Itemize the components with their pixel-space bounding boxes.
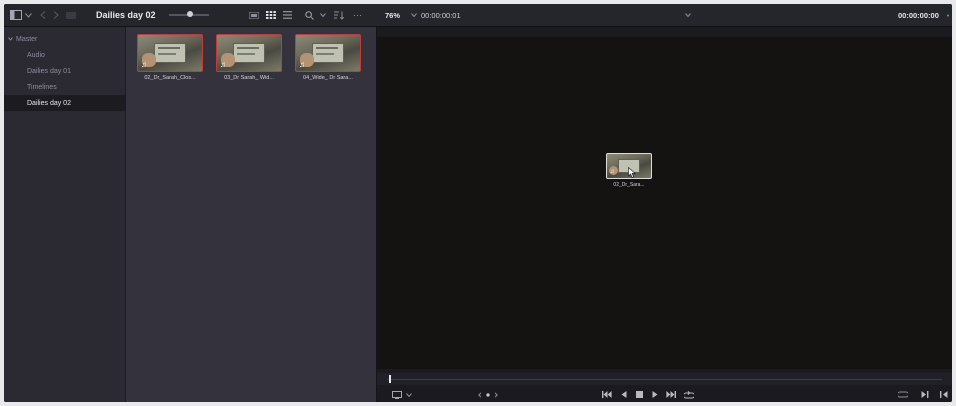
monitor-dropdown-icon[interactable] <box>406 387 412 402</box>
thumbnail-view-icon[interactable] <box>266 4 276 26</box>
sidebar-item-label: Master <box>16 35 38 43</box>
sidebar-item-label: Dailies day 02 <box>27 99 71 107</box>
viewer-dropdown-icon[interactable] <box>685 4 691 26</box>
sidebar-item-timelines[interactable]: Timelines <box>4 79 125 95</box>
chevron-down-icon[interactable] <box>25 4 32 26</box>
clip-label: 02_Dr_Sara... <box>613 182 645 188</box>
resolve-window: Dailies day 02 ··· 76% 00:00:00:01 00:00… <box>4 4 952 402</box>
clip-label: 03_Dr Sarah_ Wid... <box>224 75 274 81</box>
toolbar: Dailies day 02 ··· 76% 00:00:00:01 00:00… <box>4 4 952 27</box>
jog-icon[interactable] <box>478 387 498 402</box>
media-pool-clips: ♫ 02_Dr_Sarah_Clos... ♫ 03_Dr Sarah_ Wid… <box>126 27 377 402</box>
list-view-icon[interactable] <box>249 4 259 26</box>
clip-tile[interactable]: ♫ 04_Wide_ Dr Sara... <box>295 34 361 81</box>
sidebar-item-master[interactable]: Master <box>4 31 125 47</box>
play-icon[interactable] <box>652 387 658 402</box>
more-options-button[interactable]: ··· <box>353 4 362 26</box>
audio-note-icon: ♫ <box>220 60 226 69</box>
source-timecode: 00:00:00:01 <box>421 10 461 20</box>
clip-thumbnail[interactable]: ♫ <box>137 34 203 72</box>
step-back-icon[interactable] <box>621 387 627 402</box>
loop-icon[interactable] <box>684 387 694 402</box>
source-viewer: ♫ 02_Dr_Sara... <box>377 27 952 402</box>
cursor-icon <box>628 167 636 178</box>
zoom-level[interactable]: 76% <box>385 4 400 26</box>
zoom-dropdown-icon[interactable] <box>411 4 417 26</box>
audio-note-icon: ♫ <box>141 60 147 69</box>
monitor-icon[interactable] <box>392 387 402 402</box>
clip-thumbnail[interactable]: ♫ <box>295 34 361 72</box>
skip-forward-icon[interactable] <box>666 387 676 402</box>
audio-note-icon: ♫ <box>610 169 615 175</box>
scrubber-bar[interactable] <box>377 373 952 385</box>
sidebar-item-label: Audio <box>27 51 45 59</box>
stop-icon[interactable] <box>636 387 643 402</box>
skip-back-icon[interactable] <box>602 387 612 402</box>
back-icon[interactable] <box>40 4 46 26</box>
sidebar-item-dailies-day-01[interactable]: Dailies day 01 <box>4 63 125 79</box>
clip-tile[interactable]: ♫ 02_Dr_Sarah_Clos... <box>137 34 203 81</box>
clip-label: 02_Dr_Sarah_Clos... <box>144 75 196 81</box>
sidebar-item-dailies-day-02[interactable]: Dailies day 02 <box>4 95 125 111</box>
sidebar-item-label: Timelines <box>27 83 57 91</box>
bin-sidebar: Master Audio Dailies day 01 Timelines Da… <box>4 27 126 402</box>
panel-toggle-icon[interactable] <box>10 4 22 26</box>
playhead[interactable] <box>389 375 391 383</box>
transport-controls <box>377 387 952 402</box>
forward-icon[interactable] <box>53 4 59 26</box>
sidebar-item-label: Dailies day 01 <box>27 67 71 75</box>
sidebar-item-audio[interactable]: Audio <box>4 47 125 63</box>
mark-in-icon[interactable] <box>921 387 929 402</box>
slider-knob[interactable] <box>187 11 193 17</box>
bin-icon <box>66 4 76 26</box>
match-frame-icon[interactable] <box>898 387 908 402</box>
search-dropdown-icon[interactable] <box>320 4 326 26</box>
more-menu-icon[interactable] <box>946 4 950 26</box>
mark-out-icon[interactable] <box>940 387 948 402</box>
search-icon[interactable] <box>305 4 314 26</box>
audio-note-icon: ♫ <box>299 60 305 69</box>
clip-label: 04_Wide_ Dr Sara... <box>303 75 353 81</box>
clip-tile[interactable]: ♫ 03_Dr Sarah_ Wid... <box>216 34 282 81</box>
viewer-canvas[interactable]: ♫ 02_Dr_Sara... <box>377 37 952 369</box>
record-timecode: 00:00:00:00 <box>898 10 939 20</box>
clip-thumbnail[interactable]: ♫ <box>216 34 282 72</box>
metadata-view-icon[interactable] <box>283 4 292 26</box>
sort-icon[interactable] <box>334 4 344 26</box>
bin-title: Dailies day 02 <box>96 10 156 20</box>
chevron-down-icon[interactable] <box>8 37 13 41</box>
scrubber-track[interactable] <box>387 379 942 380</box>
